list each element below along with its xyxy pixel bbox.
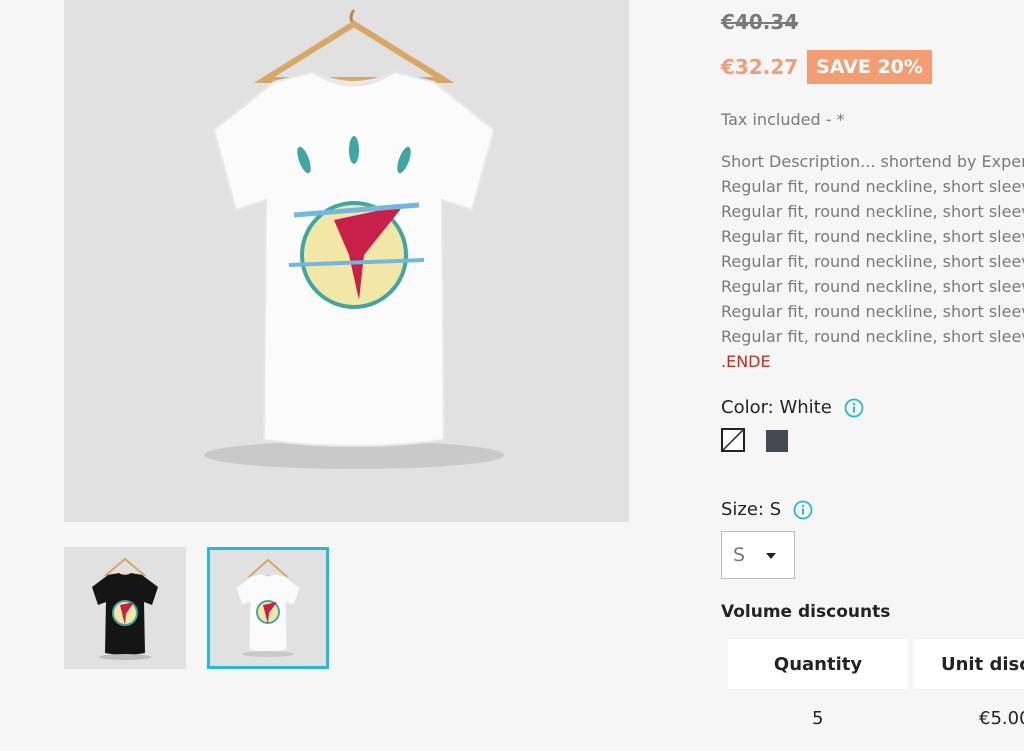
description-line: Regular fit, round neckline, short sleev…	[721, 302, 1024, 321]
table-cell-quantity: 5	[812, 708, 824, 729]
description-line: Regular fit, round neckline, short sleev…	[721, 277, 1024, 296]
color-swatch-black[interactable]	[766, 430, 788, 452]
short-description: Short Description... shortend by Expert.…	[721, 149, 1024, 374]
info-icon[interactable]	[793, 500, 813, 520]
table-header-unit-discount: Unit discount	[914, 639, 1024, 689]
table-cell-discount: €5.00	[979, 708, 1024, 729]
description-line: Regular fit, round neckline, short sleev…	[721, 177, 1024, 196]
discount-badge: SAVE 20%	[807, 50, 932, 84]
info-icon[interactable]	[844, 398, 864, 418]
size-select-value: S	[733, 544, 746, 566]
size-label-text: Size: S	[721, 499, 782, 520]
table-header-quantity: Quantity	[728, 639, 908, 689]
color-label-text: Color: White	[721, 397, 832, 418]
thumbnail-white[interactable]	[207, 547, 329, 669]
description-line: Regular fit, round neckline, short sleev…	[721, 227, 1024, 246]
tax-label: Tax included - *	[721, 110, 845, 129]
size-label: Size: S	[721, 499, 813, 520]
color-swatch-white[interactable]	[721, 428, 745, 452]
thumbnail-black[interactable]	[64, 547, 186, 669]
volume-discounts-title: Volume discounts	[721, 602, 891, 622]
description-line: Regular fit, round neckline, short sleev…	[721, 327, 1024, 346]
description-line: Regular fit, round neckline, short sleev…	[721, 252, 1024, 271]
color-label: Color: White	[721, 397, 864, 418]
product-main-image[interactable]	[64, 0, 629, 522]
chevron-down-icon	[766, 553, 776, 559]
description-end: .ENDE	[721, 352, 771, 371]
size-select[interactable]: S	[721, 531, 795, 579]
description-line: Regular fit, round neckline, short sleev…	[721, 202, 1024, 221]
current-price: €32.27	[721, 55, 799, 79]
description-line: Short Description... shortend by Expert.…	[721, 152, 1024, 171]
regular-price: €40.34	[721, 10, 799, 34]
